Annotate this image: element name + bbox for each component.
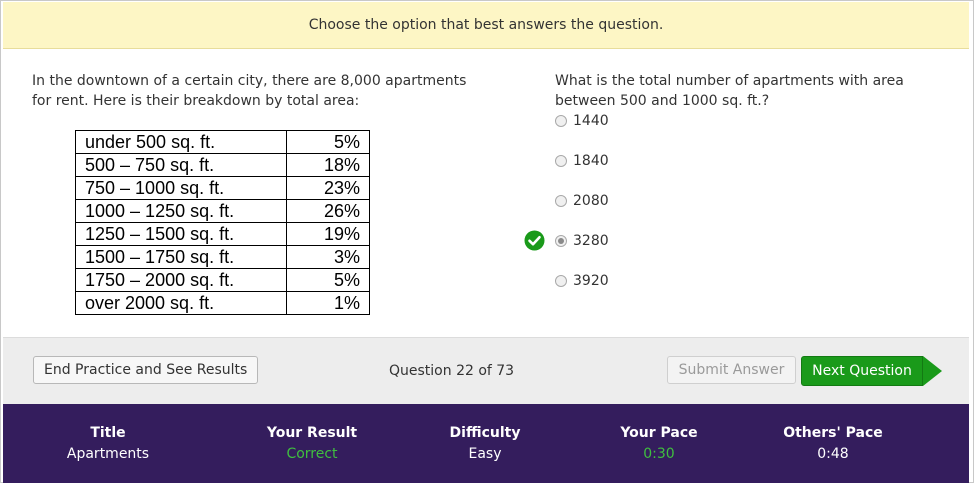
area-range-cell: 1250 – 1500 sq. ft. bbox=[75, 222, 287, 246]
percent-cell: 23% bbox=[286, 176, 370, 200]
stat-value: Correct bbox=[286, 446, 338, 462]
stat-others-pace: Others' Pace 0:48 bbox=[753, 424, 913, 464]
navigation-bar: End Practice and See Results Question 22… bbox=[3, 337, 969, 404]
table-row: over 2000 sq. ft. 1% bbox=[75, 291, 370, 315]
question-line: What is the total number of apartments w… bbox=[555, 73, 904, 89]
stat-value: 0:48 bbox=[817, 446, 849, 462]
percent-cell: 19% bbox=[286, 222, 370, 246]
stat-your-result: Your Result Correct bbox=[232, 424, 392, 464]
answer-option-3[interactable]: 2080 bbox=[555, 191, 609, 211]
table-row: 750 – 1000 sq. ft. 23% bbox=[75, 176, 370, 200]
stat-value: Easy bbox=[468, 446, 502, 462]
instruction-banner: Choose the option that best answers the … bbox=[3, 2, 969, 49]
answer-option-1[interactable]: 1440 bbox=[555, 111, 609, 131]
next-arrow-icon[interactable] bbox=[923, 356, 942, 386]
option-label: 2080 bbox=[573, 193, 609, 209]
next-question-button[interactable]: Next Question bbox=[801, 356, 923, 386]
area-range-cell: under 500 sq. ft. bbox=[75, 130, 287, 154]
stat-label: Your Pace bbox=[620, 425, 698, 441]
answer-option-2[interactable]: 1840 bbox=[555, 151, 609, 171]
question-text: What is the total number of apartments w… bbox=[555, 71, 935, 111]
stats-bar: Title Apartments Your Result Correct Dif… bbox=[3, 404, 969, 483]
area-range-cell: 500 – 750 sq. ft. bbox=[75, 153, 287, 177]
area-range-cell: over 2000 sq. ft. bbox=[75, 291, 287, 315]
stat-value: Apartments bbox=[66, 446, 150, 462]
area-range-cell: 1500 – 1750 sq. ft. bbox=[75, 245, 287, 269]
area-range-cell: 750 – 1000 sq. ft. bbox=[75, 176, 287, 200]
area-range-cell: 1000 – 1250 sq. ft. bbox=[75, 199, 287, 223]
stat-label: Title bbox=[90, 425, 126, 441]
radio-button[interactable] bbox=[555, 155, 567, 167]
radio-button-selected[interactable] bbox=[555, 235, 567, 247]
stat-label: Your Result bbox=[266, 425, 358, 441]
option-label: 3920 bbox=[573, 273, 609, 289]
table-row: 1750 – 2000 sq. ft. 5% bbox=[75, 268, 370, 292]
stat-label: Difficulty bbox=[449, 425, 521, 441]
table-row: 1000 – 1250 sq. ft. 26% bbox=[75, 199, 370, 223]
percent-cell: 26% bbox=[286, 199, 370, 223]
question-line: between 500 and 1000 sq. ft.? bbox=[555, 93, 770, 109]
percent-cell: 18% bbox=[286, 153, 370, 177]
percent-cell: 5% bbox=[286, 130, 370, 154]
option-label: 1840 bbox=[573, 153, 609, 169]
option-label: 1440 bbox=[573, 113, 609, 129]
radio-button[interactable] bbox=[555, 115, 567, 127]
correct-check-icon bbox=[524, 230, 545, 251]
stat-title: Title Apartments bbox=[28, 424, 188, 464]
radio-button[interactable] bbox=[555, 275, 567, 287]
percent-cell: 5% bbox=[286, 268, 370, 292]
stat-your-pace: Your Pace 0:30 bbox=[579, 424, 739, 464]
answer-option-4[interactable]: 3280 bbox=[555, 231, 609, 251]
passage-line: for rent. Here is their breakdown by tot… bbox=[32, 93, 360, 109]
end-practice-button[interactable]: End Practice and See Results bbox=[33, 356, 259, 384]
table-row: 1500 – 1750 sq. ft. 3% bbox=[75, 245, 370, 269]
option-label: 3280 bbox=[573, 233, 609, 249]
percent-cell: 1% bbox=[286, 291, 370, 315]
stat-label: Others' Pace bbox=[783, 425, 883, 441]
passage-line: In the downtown of a certain city, there… bbox=[32, 73, 467, 89]
area-breakdown-table: under 500 sq. ft. 5% 500 – 750 sq. ft. 1… bbox=[75, 130, 370, 315]
stat-value: 0:30 bbox=[643, 446, 675, 462]
area-range-cell: 1750 – 2000 sq. ft. bbox=[75, 268, 287, 292]
table-row: under 500 sq. ft. 5% bbox=[75, 130, 370, 154]
answer-option-5[interactable]: 3920 bbox=[555, 271, 609, 291]
table-row: 1250 – 1500 sq. ft. 19% bbox=[75, 222, 370, 246]
percent-cell: 3% bbox=[286, 245, 370, 269]
question-counter: Question 22 of 73 bbox=[389, 363, 515, 379]
stat-difficulty: Difficulty Easy bbox=[405, 424, 565, 464]
radio-button[interactable] bbox=[555, 195, 567, 207]
submit-answer-button[interactable]: Submit Answer bbox=[667, 356, 796, 384]
instruction-text: Choose the option that best answers the … bbox=[308, 17, 664, 33]
table-row: 500 – 750 sq. ft. 18% bbox=[75, 153, 370, 177]
passage: In the downtown of a certain city, there… bbox=[32, 71, 492, 111]
